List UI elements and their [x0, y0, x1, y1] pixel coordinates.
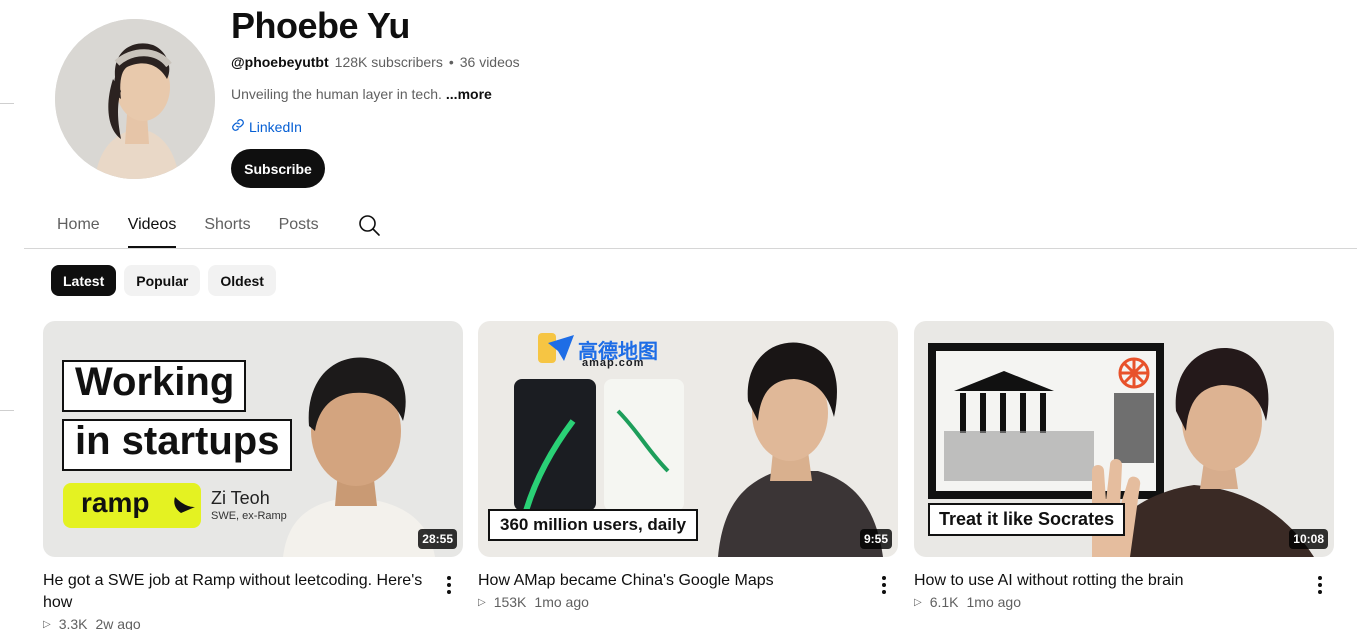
video-card[interactable]: 高德地图 amap.com 360 million users, daily 9…	[478, 321, 898, 610]
more-options-icon[interactable]	[874, 573, 894, 597]
edge-divider	[0, 410, 14, 411]
video-card[interactable]: Treat it like Socrates 10:08 How to use …	[914, 321, 1334, 610]
channel-tabs: Home Videos Shorts Posts	[57, 205, 381, 248]
thumb-line2: in startups	[75, 419, 280, 463]
views-icon: ▷	[43, 618, 51, 630]
video-title[interactable]: How AMap became China's Google Maps	[478, 570, 868, 592]
thumb-line1: Working	[75, 360, 235, 404]
view-count: 3.3K	[58, 616, 88, 630]
edge-divider	[0, 103, 14, 104]
thumb-person-role: SWE, ex-Ramp	[211, 510, 287, 522]
meta-separator: •	[448, 54, 454, 70]
channel-handle: @phoebeyutbt	[231, 54, 329, 70]
thumb-caption: 360 million users, daily	[488, 509, 699, 541]
video-card[interactable]: Working in startups ramp Zi Teoh SWE, ex…	[43, 321, 463, 630]
more-link[interactable]: ...more	[446, 86, 492, 102]
sort-chips: Latest Popular Oldest	[51, 265, 276, 296]
video-duration: 9:55	[859, 529, 892, 549]
video-meta: ▷ 153K 1mo ago	[478, 594, 589, 610]
more-options-icon[interactable]	[1310, 573, 1330, 597]
video-age: 1mo ago	[966, 594, 1021, 610]
video-duration: 10:08	[1289, 529, 1328, 549]
chip-latest[interactable]: Latest	[51, 265, 117, 296]
video-age: 1mo ago	[534, 594, 589, 610]
video-thumbnail[interactable]: Treat it like Socrates 10:08	[914, 321, 1334, 557]
video-thumbnail[interactable]: 高德地图 amap.com 360 million users, daily 9…	[478, 321, 898, 557]
tab-home[interactable]: Home	[57, 205, 100, 248]
video-meta: ▷ 3.3K 2w ago	[43, 616, 141, 630]
subscribe-button[interactable]: Subscribe	[231, 149, 325, 188]
video-title[interactable]: He got a SWE job at Ramp without leetcod…	[43, 570, 433, 614]
video-age: 2w ago	[95, 616, 141, 630]
tab-videos[interactable]: Videos	[127, 205, 177, 248]
channel-name: Phoebe Yu	[231, 5, 410, 46]
video-duration: 28:55	[418, 529, 457, 549]
avatar-portrait	[55, 19, 215, 179]
channel-description[interactable]: Unveiling the human layer in tech. ...mo…	[231, 86, 492, 102]
channel-meta: @phoebeyutbt 128K subscribers • 36 video…	[231, 54, 520, 70]
view-count: 153K	[493, 594, 527, 610]
chip-oldest[interactable]: Oldest	[208, 265, 276, 296]
description-text: Unveiling the human layer in tech.	[231, 86, 442, 102]
thumb-logo-url: amap.com	[582, 357, 645, 369]
linkedin-link[interactable]: LinkedIn	[231, 118, 302, 135]
more-options-icon[interactable]	[439, 573, 459, 597]
tab-shorts[interactable]: Shorts	[204, 205, 250, 248]
video-count: 36 videos	[459, 54, 520, 70]
search-icon[interactable]	[357, 205, 381, 242]
tab-posts[interactable]: Posts	[279, 205, 319, 248]
views-icon: ▷	[914, 596, 922, 608]
thumb-person-name: Zi Teoh	[211, 488, 270, 508]
link-icon	[231, 118, 245, 135]
tabs-divider	[24, 248, 1357, 249]
video-thumbnail[interactable]: Working in startups ramp Zi Teoh SWE, ex…	[43, 321, 463, 557]
video-title[interactable]: How to use AI without rotting the brain	[914, 570, 1304, 592]
link-label: LinkedIn	[249, 118, 302, 135]
subscriber-count: 128K subscribers	[334, 54, 443, 70]
views-icon: ▷	[478, 596, 486, 608]
channel-avatar[interactable]	[55, 19, 215, 179]
thumb-caption: Treat it like Socrates	[928, 503, 1126, 536]
view-count: 6.1K	[929, 594, 959, 610]
video-meta: ▷ 6.1K 1mo ago	[914, 594, 1021, 610]
thumb-brand: ramp	[81, 487, 150, 518]
chip-popular[interactable]: Popular	[124, 265, 201, 296]
